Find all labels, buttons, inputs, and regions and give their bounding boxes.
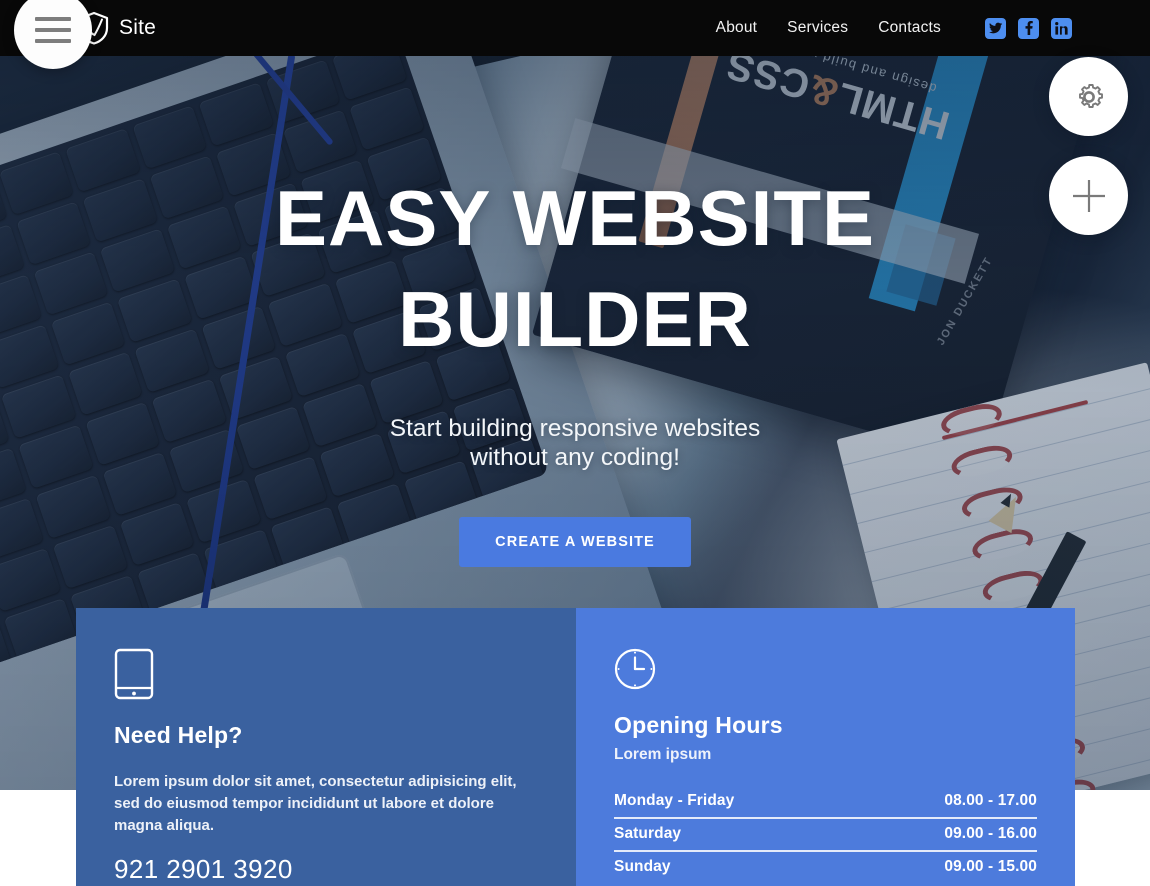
hamburger-bar-2	[35, 28, 71, 32]
opening-hours-time: 09.00 - 16.00	[944, 825, 1037, 842]
twitter-icon[interactable]	[985, 17, 1006, 39]
plus-icon	[1070, 177, 1108, 215]
opening-hours-time: 08.00 - 17.00	[944, 792, 1037, 809]
social-links	[985, 17, 1072, 39]
opening-hours-card: Opening Hours Lorem ipsum Monday - Frida…	[576, 608, 1075, 886]
facebook-icon[interactable]	[1018, 17, 1039, 39]
opening-hours-time: 09.00 - 15.00	[944, 858, 1037, 875]
mobile-phone-icon	[114, 648, 538, 700]
opening-hours-row: Monday - Friday 08.00 - 17.00	[614, 786, 1037, 819]
hero-subtitle: Start building responsive websites witho…	[0, 415, 1150, 473]
hero-subtitle-line-1: Start building responsive websites	[389, 414, 761, 442]
hamburger-bar-3	[35, 39, 71, 43]
nav-link-contacts[interactable]: Contacts	[878, 19, 941, 37]
nav-links: About Services Contacts	[716, 19, 941, 37]
nav-link-services[interactable]: Services	[787, 19, 848, 37]
info-cards: Need Help? Lorem ipsum dolor sit amet, c…	[76, 608, 1075, 886]
hero-cta-wrapper: CREATE A WEBSITE	[0, 516, 1150, 567]
hamburger-bar-1	[35, 17, 71, 21]
opening-hours-subtitle: Lorem ipsum	[614, 746, 712, 763]
page-root: HTML&CSS design and build websites JON D…	[0, 0, 1150, 886]
hero-title: EASY WEBSITE BUILDER	[0, 168, 1150, 371]
need-help-title: Need Help?	[114, 722, 243, 748]
hero-content: EASY WEBSITE BUILDER Start building resp…	[0, 0, 1150, 567]
need-help-text: Lorem ipsum dolor sit amet, consectetur …	[114, 773, 517, 835]
opening-hours-day: Saturday	[614, 825, 682, 842]
opening-hours-row: Sunday 09.00 - 15.00	[614, 852, 1037, 883]
hero-subtitle-line-2: without any coding!	[470, 443, 680, 471]
brand-name: Site	[119, 16, 156, 39]
need-help-phone[interactable]: 921 2901 3920	[114, 854, 538, 885]
clock-icon	[614, 648, 1037, 690]
opening-hours-row: Saturday 09.00 - 16.00	[614, 819, 1037, 852]
need-help-card: Need Help? Lorem ipsum dolor sit amet, c…	[76, 608, 576, 886]
opening-hours-list: Monday - Friday 08.00 - 17.00 Saturday 09.0…	[614, 786, 1037, 883]
add-fab-button[interactable]	[1049, 156, 1128, 235]
gear-icon	[1072, 80, 1106, 114]
opening-hours-title: Opening Hours	[614, 712, 783, 738]
settings-fab-button[interactable]	[1049, 57, 1128, 136]
hero-title-line-1: EASY WEBSITE	[274, 174, 875, 262]
hero-title-line-2: BUILDER	[398, 275, 752, 364]
nav-link-about[interactable]: About	[716, 19, 758, 37]
create-a-website-button[interactable]: CREATE A WEBSITE	[459, 516, 691, 567]
opening-hours-day: Monday - Friday	[614, 792, 735, 809]
opening-hours-day: Sunday	[614, 858, 671, 875]
top-navbar: Site About Services Contacts	[0, 0, 1150, 56]
linkedin-icon[interactable]	[1051, 17, 1072, 39]
